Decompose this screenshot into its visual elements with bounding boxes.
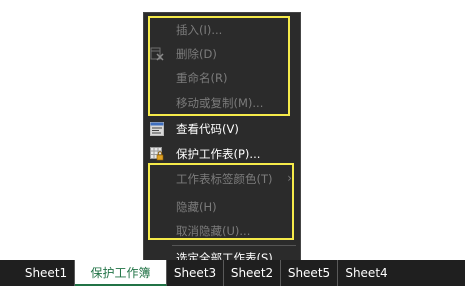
view-code-icon bbox=[150, 122, 164, 136]
menu-item-label: 删除(D) bbox=[176, 47, 217, 61]
protect-sheet-icon bbox=[150, 147, 164, 161]
menu-item-move-or-copy[interactable]: 移动或复制(M)... bbox=[144, 92, 300, 114]
menu-item-protect-sheet[interactable]: 保护工作表(P)... bbox=[144, 143, 300, 165]
menu-item-insert[interactable]: 插入(I)... bbox=[144, 19, 300, 41]
menu-item-view-code[interactable]: 查看代码(V) bbox=[144, 118, 300, 140]
sheet-tab-bar: Sheet1 保护工作簿 Sheet3 Sheet2 Sheet5 Sheet4 bbox=[0, 260, 465, 286]
menu-item-unhide[interactable]: 取消隐藏(U)... bbox=[144, 220, 300, 242]
bottom-strip bbox=[0, 286, 465, 307]
menu-item-label: 工作表标签颜色(T) bbox=[176, 172, 273, 186]
menu-item-label: 隐藏(H) bbox=[176, 200, 217, 214]
menu-item-tab-color[interactable]: 工作表标签颜色(T) › bbox=[144, 168, 300, 190]
sheet-tab[interactable]: Sheet5 bbox=[281, 260, 338, 286]
sheet-tab[interactable]: Sheet4 bbox=[338, 260, 395, 286]
sheet-tab[interactable]: Sheet2 bbox=[224, 260, 281, 286]
menu-item-label: 移动或复制(M)... bbox=[176, 96, 264, 110]
menu-item-label: 查看代码(V) bbox=[176, 122, 239, 136]
menu-item-rename[interactable]: 重命名(R) bbox=[144, 67, 300, 89]
submenu-arrow-icon: › bbox=[287, 171, 292, 185]
menu-item-label: 取消隐藏(U)... bbox=[176, 224, 251, 238]
menu-item-label: 重命名(R) bbox=[176, 71, 228, 85]
menu-item-label: 保护工作表(P)... bbox=[176, 147, 261, 161]
sheet-tab-active[interactable]: 保护工作簿 bbox=[75, 260, 167, 286]
sheet-tab[interactable]: Sheet3 bbox=[167, 260, 224, 286]
menu-separator bbox=[172, 245, 296, 246]
menu-item-label: 插入(I)... bbox=[176, 23, 223, 37]
menu-item-hide[interactable]: 隐藏(H) bbox=[144, 196, 300, 218]
sheet-context-menu: 插入(I)... 删除(D) 重命名(R) 移动或复制(M)... 查看代码(V… bbox=[143, 12, 301, 268]
delete-sheet-icon bbox=[150, 47, 164, 61]
sheet-tab[interactable]: Sheet1 bbox=[18, 260, 75, 286]
menu-item-delete[interactable]: 删除(D) bbox=[144, 43, 300, 65]
